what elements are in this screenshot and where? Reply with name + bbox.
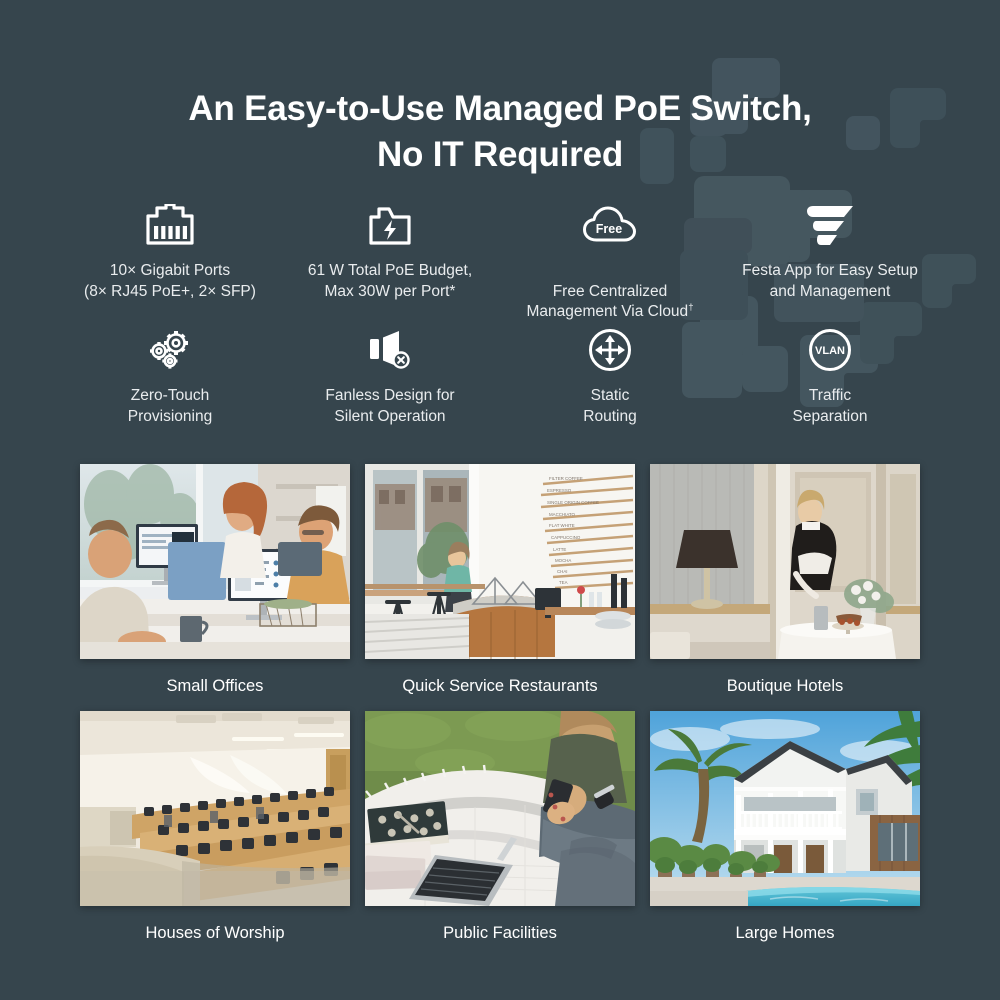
feature-traffic-separation: VLAN Traffic Separation — [720, 325, 940, 427]
photo-public-facilities — [365, 711, 635, 906]
feature-label: 61 W Total PoE Budget, Max 30W per Port* — [307, 262, 473, 300]
feature-free-cloud-management: Free Free Centralized Management Via Clou… — [500, 200, 720, 323]
feature-list-row-2: Zero-Touch Provisioning Fanless Design f… — [60, 325, 940, 427]
rj45-port-icon — [146, 200, 194, 250]
photo-caption: Public Facilities — [443, 924, 557, 942]
svg-text:SINGLE ORIGIN COFFEE: SINGLE ORIGIN COFFEE — [547, 500, 599, 505]
photo-caption: Small Offices — [166, 677, 264, 695]
photo-caption: Large Homes — [735, 924, 835, 942]
photo-houses-of-worship — [80, 711, 350, 906]
feature-label: Fanless Design for Silent Operation — [325, 387, 455, 425]
vlan-icon-text: VLAN — [815, 345, 845, 357]
use-case-card-houses-of-worship[interactable]: Houses of Worship — [80, 711, 350, 944]
svg-text:MOCHA: MOCHA — [555, 558, 571, 563]
photo-caption: Houses of Worship — [145, 924, 285, 942]
feature-poe-budget: 61 W Total PoE Budget, Max 30W per Port* — [280, 200, 500, 323]
static-routing-icon — [588, 325, 632, 375]
feature-fanless-design: Fanless Design for Silent Operation — [280, 325, 500, 427]
svg-text:CHAI: CHAI — [557, 569, 568, 574]
photo-quick-service-restaurants: FILTER COFFEE ESPRESSO SINGLE ORIGIN COFF… — [365, 464, 635, 659]
feature-label: Zero-Touch Provisioning — [127, 387, 213, 425]
feature-label-text: Free Centralized Management Via Cloud — [526, 282, 689, 321]
photo-boutique-hotels — [650, 464, 920, 659]
use-case-card-quick-service-restaurants[interactable]: FILTER COFFEE ESPRESSO SINGLE ORIGIN COFF… — [365, 464, 635, 697]
feature-festa-app: Festa App for Easy Setup and Management — [720, 200, 940, 323]
floor-tiles — [365, 614, 470, 659]
use-case-card-public-facilities[interactable]: Public Facilities — [365, 711, 635, 944]
svg-text:ESPRESSO: ESPRESSO — [547, 488, 572, 493]
use-case-gallery-row-1: Small Offices FILTER COFFEE ESPRESSO SIN… — [80, 464, 920, 697]
use-case-gallery-row-2: Houses of Worship Public Facilities Larg… — [80, 711, 920, 944]
photo-caption: Quick Service Restaurants — [402, 677, 598, 695]
poe-power-budget-icon — [368, 200, 412, 250]
svg-text:FILTER COFFEE: FILTER COFFEE — [549, 476, 583, 481]
speaker-mute-icon — [367, 325, 413, 375]
use-case-card-boutique-hotels[interactable]: Boutique Hotels — [650, 464, 920, 697]
vlan-icon: VLAN — [808, 325, 852, 375]
svg-text:MACCHIATO: MACCHIATO — [549, 512, 576, 517]
photo-caption: Boutique Hotels — [726, 677, 844, 695]
marketing-page: An Easy-to-Use Managed PoE Switch, No IT… — [0, 0, 1000, 1000]
page-title-line-1: An Easy-to-Use Managed PoE Switch, — [188, 89, 812, 128]
gears-icon — [146, 325, 194, 375]
use-case-card-small-offices[interactable]: Small Offices — [80, 464, 350, 697]
feature-label: Traffic Separation — [792, 387, 868, 425]
use-case-card-large-homes[interactable]: Large Homes — [650, 711, 920, 944]
feature-list-row-1: 10× Gigabit Ports (8× RJ45 PoE+, 2× SFP)… — [60, 200, 940, 323]
upper-balcony — [734, 789, 846, 837]
house — [734, 741, 920, 873]
photo-large-homes — [650, 711, 920, 906]
feature-label: Static Routing — [583, 387, 637, 425]
svg-text:FLAT WHITE: FLAT WHITE — [549, 523, 575, 528]
svg-text:CAPPUCCINO: CAPPUCCINO — [551, 535, 581, 540]
free-cloud-icon: Free — [582, 200, 638, 250]
svg-text:LATTE: LATTE — [553, 547, 566, 552]
footnote-dagger: † — [688, 302, 694, 314]
feature-label: Free Centralized Management Via Cloud† — [526, 261, 693, 323]
feature-label: 10× Gigabit Ports (8× RJ45 PoE+, 2× SFP) — [84, 262, 256, 300]
feature-zero-touch-provisioning: Zero-Touch Provisioning — [60, 325, 280, 427]
festa-logo-icon — [804, 200, 856, 250]
feature-gigabit-ports: 10× Gigabit Ports (8× RJ45 PoE+, 2× SFP) — [60, 200, 280, 323]
feature-label: Festa App for Easy Setup and Management — [742, 262, 918, 300]
page-title-line-2: No IT Required — [376, 134, 624, 174]
feature-static-routing: Static Routing — [500, 325, 720, 427]
photo-small-offices — [80, 464, 350, 659]
svg-text:TEA: TEA — [559, 580, 568, 585]
page-title: An Easy-to-Use Managed PoE Switch, No IT… — [0, 86, 1000, 177]
free-cloud-icon-text: Free — [596, 222, 622, 236]
